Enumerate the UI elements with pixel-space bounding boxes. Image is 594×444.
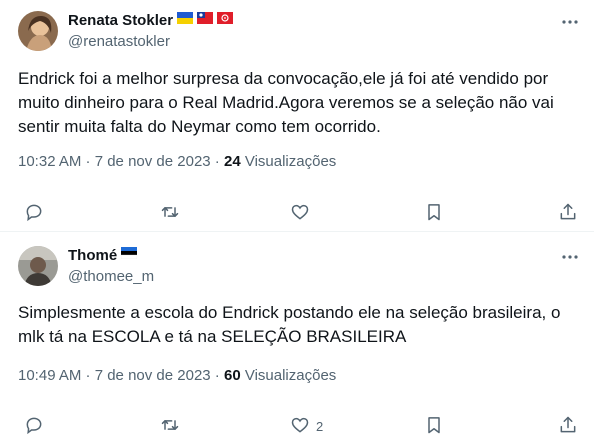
tweet-timestamp[interactable]: 10:49 AM · 7 de nov de 2023 · (18, 367, 220, 384)
share-button[interactable] (558, 414, 578, 438)
author-row: Thomé (68, 246, 138, 264)
like-count: 2 (316, 418, 324, 434)
more-options-icon[interactable] (560, 12, 580, 32)
share-icon (558, 415, 578, 438)
author-name[interactable]: Renata Stokler (68, 12, 173, 29)
like-button[interactable]: 2 (290, 414, 323, 438)
avatar[interactable] (18, 246, 58, 286)
views-count: 24 (223, 153, 241, 170)
reply-icon (24, 202, 44, 225)
reply-button[interactable] (24, 414, 50, 438)
views-label: Visualizações (244, 367, 337, 384)
estonia-flag-icon (121, 246, 138, 264)
reply-button[interactable] (24, 201, 50, 225)
retweet-icon (160, 415, 180, 438)
share-button[interactable] (558, 201, 578, 225)
tweet-meta: 10:49 AM · 7 de nov de 2023 · 60 Visuali… (18, 367, 336, 384)
heart-icon (290, 202, 310, 225)
tweet-text: Simplesmente a escola do Endrick postand… (18, 303, 561, 346)
action-bar: 2 (18, 414, 578, 438)
author-handle[interactable]: @thomee_m (68, 268, 154, 285)
author-row: Renata Stokler (68, 11, 234, 29)
reply-icon (24, 415, 44, 438)
retweet-button[interactable] (160, 414, 186, 438)
bookmark-icon (424, 415, 444, 438)
hong-kong-flag-icon (217, 11, 234, 29)
avatar[interactable] (18, 11, 58, 51)
tweet: Thomé @thomee_m Simplesmente a escola do… (0, 232, 594, 444)
share-icon (558, 202, 578, 225)
action-bar (18, 201, 578, 225)
taiwan-flag-icon (197, 11, 214, 29)
tweet-text: Endrick foi a melhor surpresa da convoca… (18, 69, 554, 136)
views-label: Visualizações (244, 153, 337, 170)
author-name[interactable]: Thomé (68, 247, 117, 264)
retweet-button[interactable] (160, 201, 186, 225)
more-options-icon[interactable] (560, 247, 580, 267)
tweet-meta: 10:32 AM · 7 de nov de 2023 · 24 Visuali… (18, 153, 336, 170)
heart-icon (290, 415, 310, 438)
bookmark-button[interactable] (424, 414, 444, 438)
views-count: 60 (223, 367, 241, 384)
ukraine-flag-icon (177, 11, 194, 29)
retweet-icon (160, 202, 180, 225)
tweet-timestamp[interactable]: 10:32 AM · 7 de nov de 2023 · (18, 153, 220, 170)
tweet: Renata Stokler @renatastokler Endrick fo… (0, 0, 594, 232)
bookmark-button[interactable] (424, 201, 444, 225)
bookmark-icon (424, 202, 444, 225)
like-button[interactable] (290, 201, 316, 225)
author-handle[interactable]: @renatastokler (68, 33, 170, 50)
